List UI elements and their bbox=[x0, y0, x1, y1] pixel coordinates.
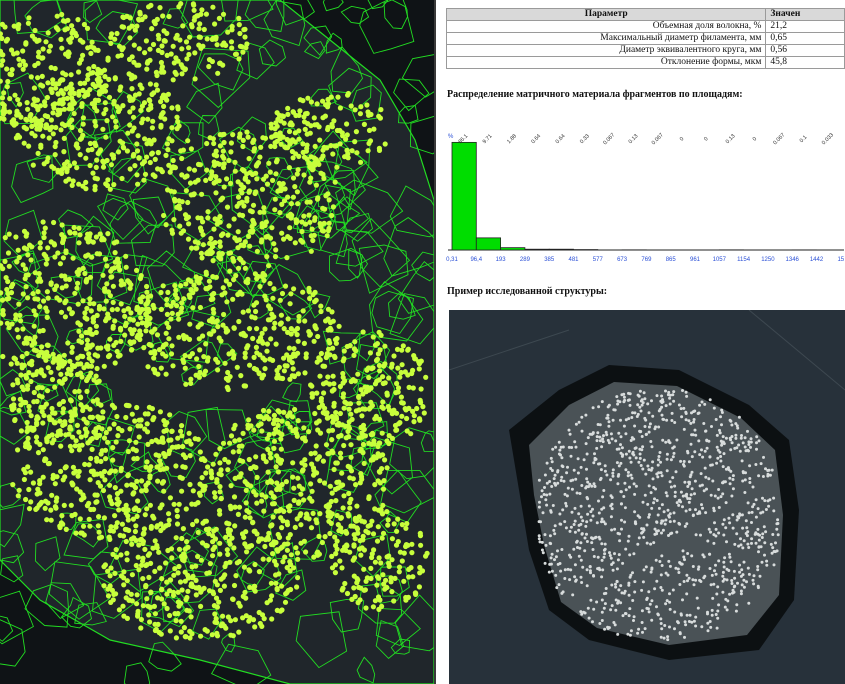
histogram-bar bbox=[548, 248, 574, 251]
row-name: Отклонение формы, мкм bbox=[445, 56, 767, 69]
bar-value-label: 0.067 bbox=[772, 132, 786, 146]
x-tick-label: 0,31 bbox=[446, 257, 458, 263]
segmentation-image bbox=[0, 0, 434, 684]
report-panel: Параметр Значен Объемная доля волокна, %… bbox=[436, 0, 845, 684]
bar-value-label: 0.067 bbox=[651, 132, 665, 146]
x-tick-label: 577 bbox=[593, 257, 604, 263]
bar-value-label: 0.13 bbox=[628, 133, 640, 145]
x-tick-label: 865 bbox=[666, 257, 677, 263]
row-value: 0,65 bbox=[765, 32, 845, 45]
x-tick-label: 1250 bbox=[761, 257, 775, 263]
x-tick-label: 96,4 bbox=[470, 257, 482, 263]
distribution-title: Распределение матричного материала фрагм… bbox=[447, 89, 743, 100]
row-name: Максимальный диаметр филамента, мм bbox=[445, 32, 767, 45]
x-tick-label: 193 bbox=[496, 257, 507, 263]
bar-value-label: 0.33 bbox=[579, 133, 591, 145]
x-tick-label: 15 bbox=[837, 257, 844, 263]
x-tick-label: 1057 bbox=[713, 257, 727, 263]
row-name: Объемная доля волокна, % bbox=[445, 20, 767, 33]
micrograph-segmentation-view bbox=[0, 0, 434, 684]
histogram-bar bbox=[475, 237, 501, 251]
x-tick-label: 961 bbox=[690, 257, 701, 263]
x-tick-label: 481 bbox=[568, 257, 579, 263]
bar-value-label: 0.033 bbox=[821, 132, 835, 146]
bar-value-label: 0.13 bbox=[725, 133, 737, 145]
table-row: Объемная доля волокна, % 21,2 bbox=[445, 20, 845, 33]
bar-value-label: 1.88 bbox=[506, 133, 518, 145]
x-tick-label: 1346 bbox=[786, 257, 800, 263]
sample-micrograph bbox=[449, 310, 845, 684]
x-tick-label: 769 bbox=[641, 257, 652, 263]
table-row: Диаметр эквивалентного круга, мм 0,56 bbox=[445, 44, 845, 57]
row-value: 45,8 bbox=[765, 56, 845, 69]
unit-label: % bbox=[448, 134, 454, 140]
bar-value-label: 9.71 bbox=[482, 133, 494, 145]
x-tick-label: 1154 bbox=[737, 257, 751, 263]
bar-value-label: 0.64 bbox=[530, 133, 542, 145]
table-row: Отклонение формы, мкм 45,8 bbox=[445, 56, 845, 69]
bar-value-label: 0.1 bbox=[799, 134, 809, 144]
bar-value-label: 0 bbox=[703, 136, 709, 142]
histogram-bar bbox=[500, 247, 526, 251]
header-value: Значен bbox=[765, 8, 845, 21]
histogram-bar bbox=[451, 141, 477, 251]
parameters-table: Параметр Значен Объемная доля волокна, %… bbox=[445, 8, 845, 69]
bar-value-label: 0.067 bbox=[602, 132, 616, 146]
sample-structure-image bbox=[449, 310, 845, 684]
histogram-bar bbox=[524, 248, 550, 251]
x-tick-label: 673 bbox=[617, 257, 628, 263]
header-parameter: Параметр bbox=[445, 8, 767, 21]
x-tick-label: 289 bbox=[520, 257, 531, 263]
bar-value-label: 0 bbox=[679, 136, 685, 142]
example-structure-title: Пример исследованной структуры: bbox=[447, 286, 608, 297]
row-value: 0,56 bbox=[765, 44, 845, 57]
table-header-row: Параметр Значен bbox=[445, 8, 845, 21]
area-distribution-histogram: % 86.1 9.71 1.88 0.64 0.64 0.33 0.067 0.13 0.067 0… bbox=[446, 132, 845, 263]
x-tick-label: 1442 bbox=[810, 257, 824, 263]
x-tick-label: 385 bbox=[544, 257, 555, 263]
bar-value-label: 0.64 bbox=[555, 133, 567, 145]
bar-value-label: 0 bbox=[752, 136, 758, 142]
row-value: 21,2 bbox=[765, 20, 845, 33]
row-name: Диаметр эквивалентного круга, мм bbox=[445, 44, 767, 57]
table-row: Максимальный диаметр филамента, мм 0,65 bbox=[445, 32, 845, 45]
